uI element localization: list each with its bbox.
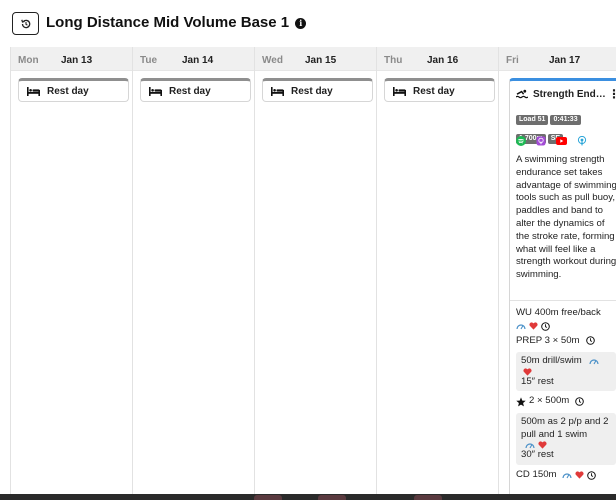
cooldown-step: CD 150m xyxy=(516,469,616,482)
star-icon xyxy=(516,397,526,407)
heart-icon xyxy=(529,322,538,330)
rest-text: 30″ rest xyxy=(521,449,554,461)
main-set-step: 2 × 500m xyxy=(516,395,616,408)
workout-card[interactable]: Strength Endu… ⋮ Load 510:41:33 1,700mSE… xyxy=(509,78,616,500)
heart-icon xyxy=(538,441,547,449)
duration-badge: 0:41:33 xyxy=(550,115,581,125)
divider xyxy=(510,300,616,301)
page-title: Long Distance Mid Volume Base 1 xyxy=(46,14,290,31)
swim-icon xyxy=(516,89,528,99)
step-text: 50m drill/swim xyxy=(521,355,582,367)
day-date: Jan 16 xyxy=(427,55,459,66)
podcast-blue-icon[interactable] xyxy=(577,136,587,146)
workout-title-row: Strength Endu… ⋮ xyxy=(516,87,616,101)
taskbar-strip xyxy=(0,494,616,500)
week-board: Mon Jan 13 Tue Jan 14 Wed Jan 15 Thu Jan… xyxy=(10,47,616,500)
gauge-icon xyxy=(589,357,599,365)
day-header: Wed Jan 15 xyxy=(255,47,376,71)
day-of-week: Fri xyxy=(506,55,519,66)
day-date: Jan 17 xyxy=(549,55,581,66)
day-header: Tue Jan 14 xyxy=(133,47,254,71)
clock-icon xyxy=(586,470,596,480)
bed-icon xyxy=(27,86,40,96)
youtube-icon[interactable] xyxy=(556,137,567,145)
day-header: Thu Jan 16 xyxy=(377,47,498,71)
rest-day-card[interactable]: Rest day xyxy=(262,78,373,102)
gauge-icon xyxy=(516,322,526,330)
workout-description: A swimming strength endurance set takes … xyxy=(516,154,616,281)
clock-icon xyxy=(585,336,595,346)
day-column-mon: Mon Jan 13 xyxy=(11,47,133,500)
bed-icon xyxy=(393,86,406,96)
media-links xyxy=(516,136,587,146)
rest-text: 15″ rest xyxy=(521,375,554,387)
day-of-week: Tue xyxy=(140,55,158,66)
day-of-week: Thu xyxy=(384,55,403,66)
step-text: 2 × 500m xyxy=(529,395,570,407)
plan-title-row: Long Distance Mid Volume Base 1 i xyxy=(46,14,307,31)
rest-day-card[interactable]: Rest day xyxy=(384,78,495,102)
heart-icon xyxy=(574,471,584,479)
rest-day-label: Rest day xyxy=(169,85,211,97)
more-options-icon[interactable]: ⋮ xyxy=(608,87,616,101)
rest-day-label: Rest day xyxy=(47,85,89,97)
rest-day-label: Rest day xyxy=(291,85,333,97)
clock-icon xyxy=(575,397,585,406)
step-text: CD 150m xyxy=(516,468,557,480)
history-back-icon xyxy=(20,19,30,28)
gauge-icon xyxy=(561,471,572,479)
rest-day-card[interactable]: Rest day xyxy=(140,78,251,102)
day-of-week: Wed xyxy=(262,55,283,66)
workout-title: Strength Endu… xyxy=(533,88,611,100)
day-column-wed: Wed Jan 15 xyxy=(255,47,377,500)
info-icon[interactable]: i xyxy=(295,18,307,29)
step-text: WU 400m free/back xyxy=(516,307,601,318)
history-back-button[interactable] xyxy=(12,12,39,35)
podcast-purple-icon[interactable] xyxy=(536,136,546,146)
step-text: PREP 3 × 50m xyxy=(516,334,580,346)
gauge-icon xyxy=(525,441,535,449)
step-text: 500m as 2 p/p and 2 pull and 1 swim xyxy=(521,415,609,440)
workout-steps: WU 400m free/back PREP 3 × 50m 50m drill… xyxy=(516,307,616,481)
load-badge: Load 51 xyxy=(516,115,549,125)
day-header: Fri Jan 17 xyxy=(499,47,616,71)
rest-day-label: Rest day xyxy=(413,85,455,97)
day-date: Jan 14 xyxy=(182,55,214,66)
prep-step: PREP 3 × 50m xyxy=(516,335,616,348)
day-header: Mon Jan 13 xyxy=(11,47,132,71)
day-date: Jan 13 xyxy=(61,55,93,66)
day-of-week: Mon xyxy=(18,55,39,66)
warmup-step: WU 400m free/back xyxy=(516,307,616,331)
taskbar-tab[interactable] xyxy=(318,495,346,500)
taskbar-tab[interactable] xyxy=(414,495,442,500)
prep-substep: 50m drill/swim 15″ rest xyxy=(516,352,616,392)
bed-icon xyxy=(271,86,284,96)
day-date: Jan 15 xyxy=(305,55,337,66)
clock-icon xyxy=(541,321,550,331)
page-header: Long Distance Mid Volume Base 1 i xyxy=(0,0,616,46)
taskbar-tab[interactable] xyxy=(254,495,282,500)
day-column-thu: Thu Jan 16 xyxy=(377,47,499,500)
main-set-substep: 500m as 2 p/p and 2 pull and 1 swim 30″ … xyxy=(516,412,616,465)
spotify-icon[interactable] xyxy=(516,136,526,146)
rest-day-card[interactable]: Rest day xyxy=(18,78,129,102)
heart-icon xyxy=(523,368,532,376)
day-column-tue: Tue Jan 14 xyxy=(133,47,255,500)
bed-icon xyxy=(149,86,162,96)
